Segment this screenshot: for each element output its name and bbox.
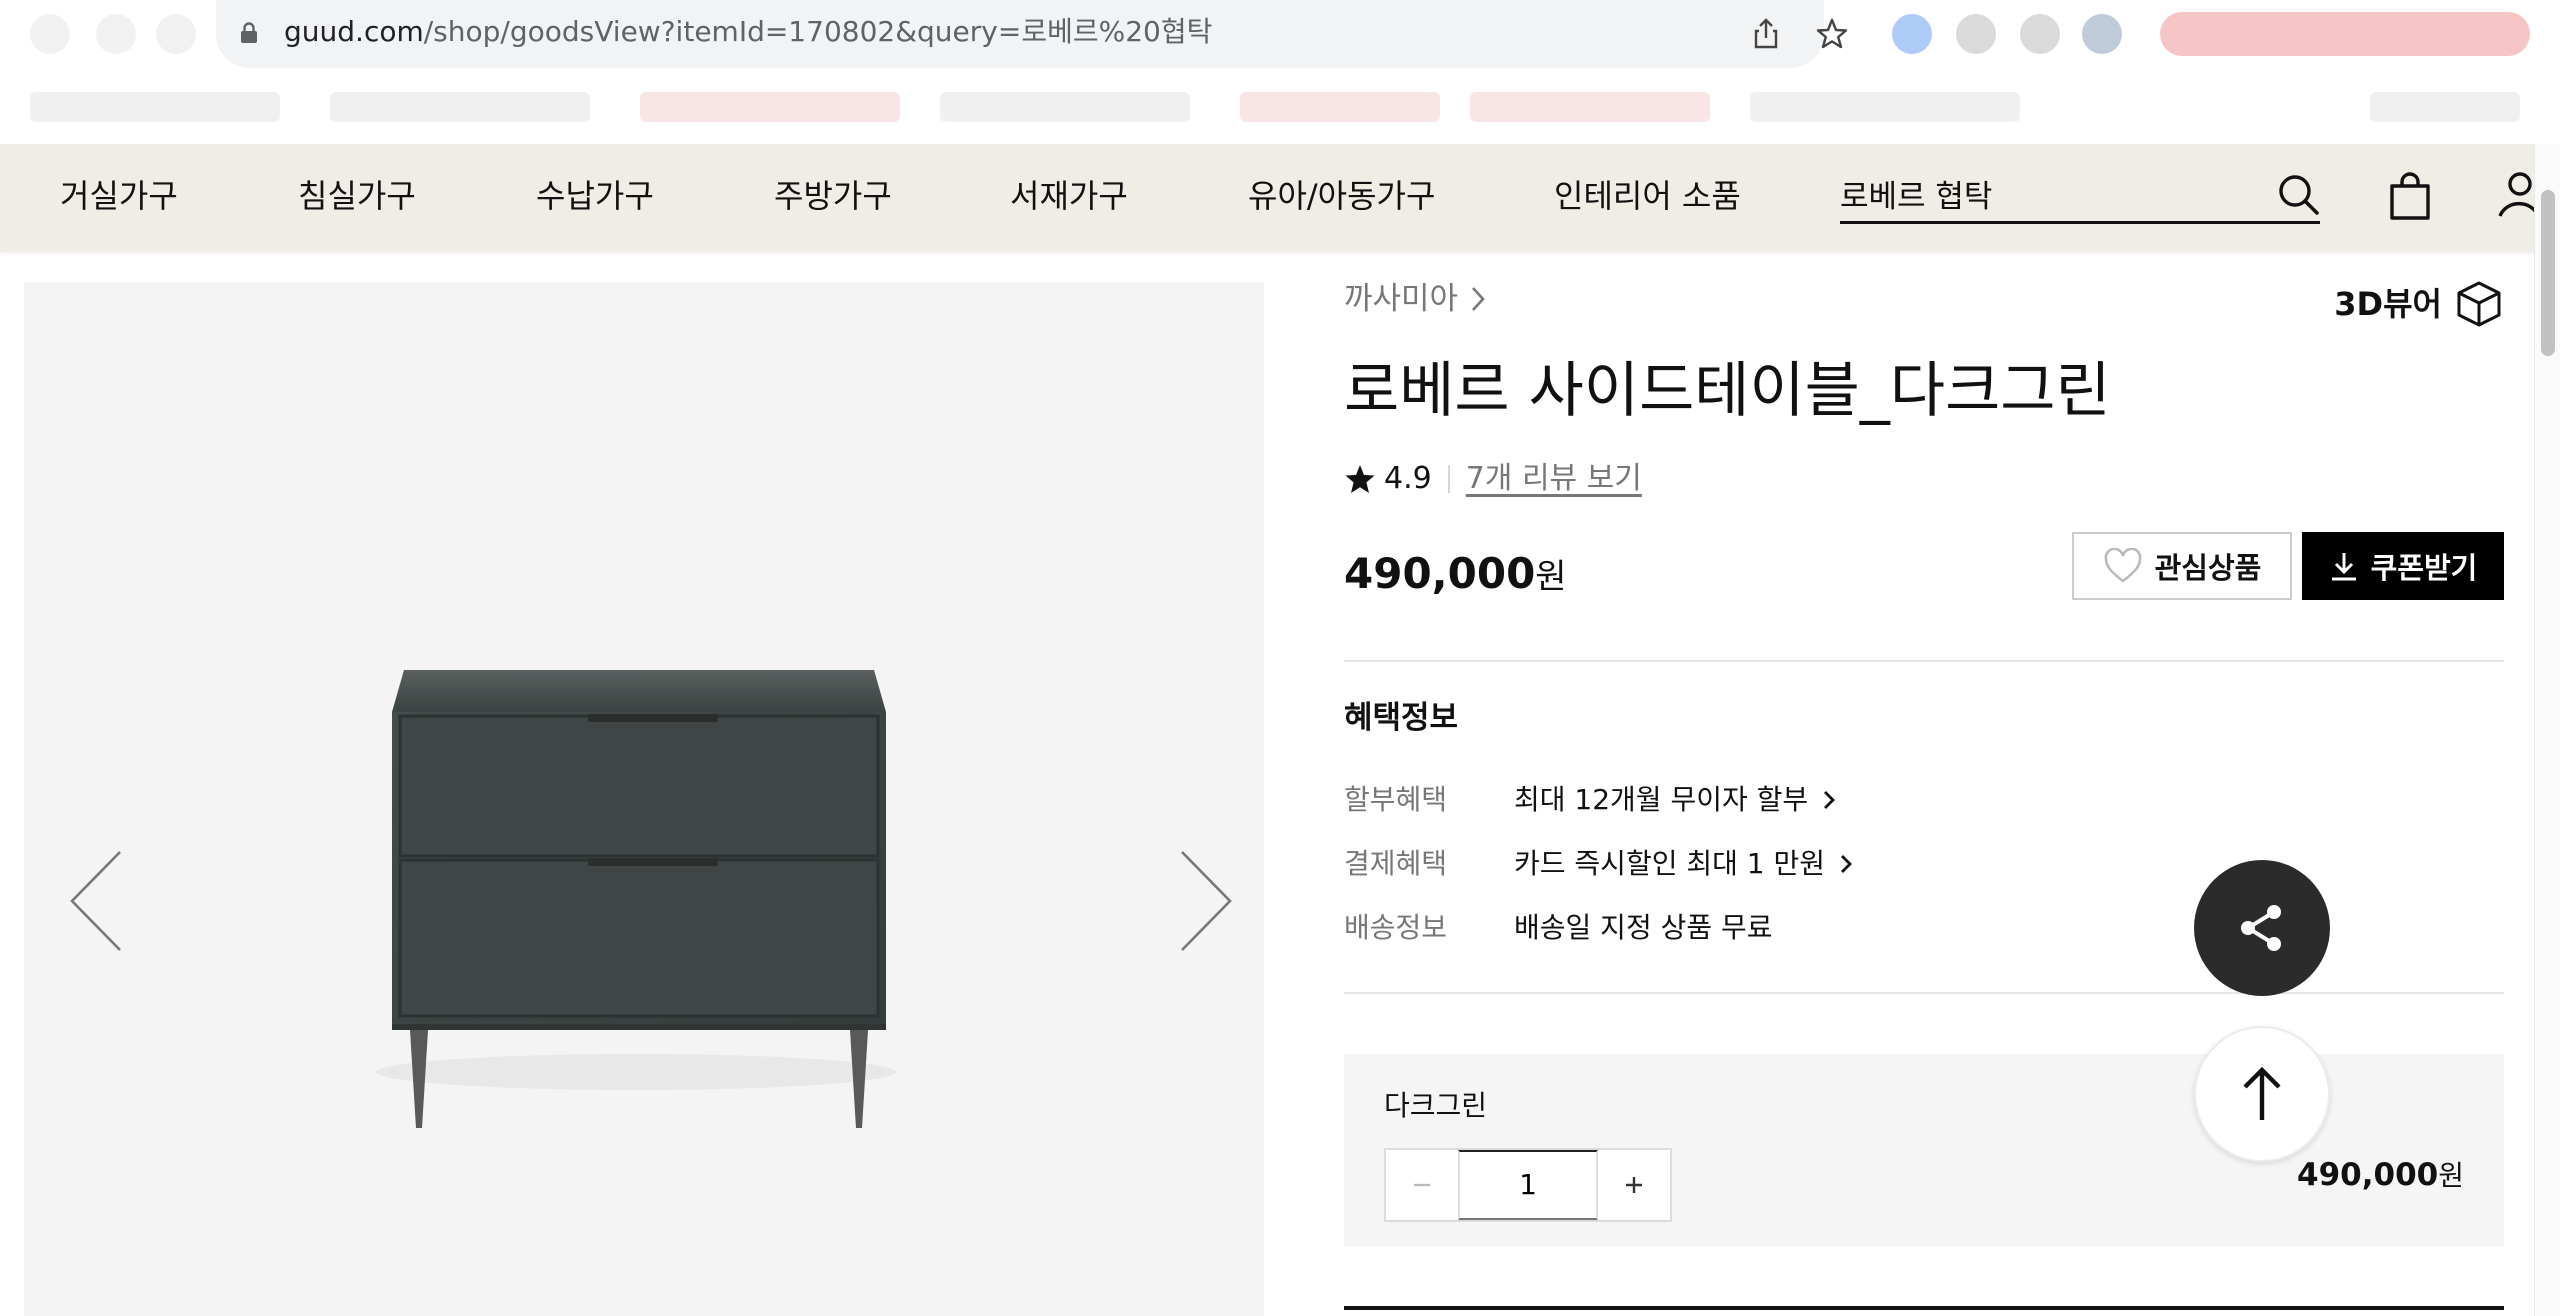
- nav-item-storage[interactable]: 수납가구: [536, 174, 654, 218]
- plus-icon: [1626, 1177, 1642, 1193]
- option-price-unit: 원: [2438, 1159, 2464, 1192]
- benefit-row-payment: 결제혜택 카드 즉시할인 최대 1 만원: [1344, 844, 1853, 884]
- benefit-value: 최대 12개월 무이자 할부: [1514, 783, 1809, 816]
- scrollbar-thumb[interactable]: [2541, 190, 2555, 356]
- 3d-viewer-label: 3D뷰어: [2334, 285, 2442, 323]
- nav-item-study[interactable]: 서재가구: [1010, 174, 1128, 218]
- bookmark-item[interactable]: [1470, 92, 1710, 122]
- search-icon[interactable]: [2276, 172, 2320, 216]
- profile-chip[interactable]: [2160, 12, 2530, 56]
- extension-icon[interactable]: [2082, 14, 2122, 54]
- rating-value: 4.9: [1384, 461, 1432, 496]
- price-unit: 원: [1535, 557, 1567, 597]
- browser-chrome: guud.com/shop/goodsView?itemId=170802&qu…: [0, 0, 2560, 144]
- benefit-label: 결제혜택: [1344, 847, 1448, 880]
- extension-icon[interactable]: [1892, 14, 1932, 54]
- wishlist-button[interactable]: 관심상품: [2072, 532, 2292, 600]
- benefit-label: 배송정보: [1344, 911, 1448, 944]
- section-divider: [1344, 992, 2504, 994]
- option-price: 490,000원: [2297, 1152, 2464, 1199]
- bookmark-star-icon[interactable]: [1814, 16, 1850, 52]
- next-image-arrow-icon[interactable]: [1170, 846, 1240, 956]
- benefit-value: 카드 즉시할인 최대 1 만원: [1514, 847, 1826, 880]
- option-price-amount: 490,000: [2297, 1157, 2439, 1193]
- url-path: /shop/goodsView?itemId=170802&query=로베르%…: [423, 15, 1213, 48]
- section-divider: [1344, 660, 2504, 662]
- minus-icon: [1414, 1183, 1430, 1187]
- share-icon: [2241, 905, 2281, 951]
- benefit-row-delivery: 배송정보 배송일 지정 상품 무료: [1344, 908, 1773, 948]
- benefit-row-installment: 할부혜택 최대 12개월 무이자 할부: [1344, 780, 1836, 820]
- price-amount: 490,000: [1344, 549, 1536, 598]
- arrow-up-icon: [2243, 1066, 2281, 1120]
- product-info: 까사미아 3D뷰어 로베르 사이드테이블_다크그린 4.9 7개 리뷰 보기 4…: [1344, 252, 2504, 1316]
- bookmark-item[interactable]: [640, 92, 900, 122]
- nav-item-living-room[interactable]: 거실가구: [60, 174, 178, 218]
- nav-item-interior-decor[interactable]: 인테리어 소품: [1554, 174, 1741, 218]
- benefit-label: 할부혜택: [1344, 783, 1448, 816]
- lock-icon: [241, 22, 257, 43]
- nav-item-kids[interactable]: 유아/아동가구: [1248, 174, 1435, 218]
- bookmark-item[interactable]: [1240, 92, 1440, 122]
- quantity-stepper: [1384, 1148, 1672, 1222]
- chevron-right-icon: [1824, 791, 1836, 809]
- benefits-title: 혜택정보: [1344, 700, 1459, 736]
- rating-summary: 4.9 7개 리뷰 보기: [1344, 458, 1642, 500]
- nav-item-bedroom[interactable]: 침실가구: [298, 174, 416, 218]
- search-input[interactable]: [1840, 168, 2220, 218]
- reload-button[interactable]: [156, 14, 196, 54]
- bookmark-item[interactable]: [30, 92, 280, 122]
- option-name: 다크그린: [1384, 1089, 1488, 1122]
- product-title: 로베르 사이드테이블_다크그린: [1344, 356, 2111, 426]
- rating-divider: [1447, 465, 1450, 493]
- chevron-right-icon: [1472, 287, 1485, 311]
- chevron-right-icon: [1841, 855, 1853, 873]
- selected-option-box: 다크그린: [1344, 1054, 2504, 1246]
- back-button[interactable]: [30, 14, 70, 54]
- url-host: guud.com: [284, 15, 424, 48]
- product-image-gallery: [24, 282, 1264, 1316]
- brand-link[interactable]: 까사미아: [1344, 278, 1486, 320]
- search-box: [1840, 168, 2320, 224]
- decrease-quantity-button[interactable]: [1386, 1150, 1458, 1220]
- bookmark-item[interactable]: [940, 92, 1190, 122]
- shopping-bag-icon[interactable]: [2382, 168, 2438, 224]
- nav-item-kitchen[interactable]: 주방가구: [774, 174, 892, 218]
- bookmark-item[interactable]: [1750, 92, 2020, 122]
- reviews-link[interactable]: 7개 리뷰 보기: [1466, 458, 1642, 500]
- page-scrollbar[interactable]: [2534, 144, 2560, 1316]
- brand-name: 까사미아: [1344, 281, 1459, 317]
- extension-icon[interactable]: [1956, 14, 1996, 54]
- benefit-installment-link[interactable]: 최대 12개월 무이자 할부: [1514, 780, 1836, 820]
- user-icon[interactable]: [2496, 168, 2534, 224]
- quantity-input[interactable]: [1458, 1150, 1598, 1220]
- star-icon: [1345, 465, 1375, 493]
- 3d-viewer-button[interactable]: 3D뷰어: [2334, 278, 2504, 330]
- product-image[interactable]: [366, 642, 906, 1182]
- download-icon: [2331, 553, 2356, 581]
- product-price: 490,000원: [1344, 542, 1567, 609]
- coupon-button[interactable]: 쿠폰받기: [2302, 532, 2504, 600]
- forward-button[interactable]: [96, 14, 136, 54]
- address-bar[interactable]: guud.com/shop/goodsView?itemId=170802&qu…: [216, 0, 1824, 68]
- total-divider: [1344, 1306, 2504, 1310]
- extension-icon[interactable]: [2020, 14, 2060, 54]
- bookmark-item[interactable]: [330, 92, 590, 122]
- cube-3d-icon: [2457, 281, 2501, 327]
- heart-icon: [2104, 548, 2142, 583]
- site-nav: 거실가구 침실가구 수납가구 주방가구 서재가구 유아/아동가구 인테리어 소품: [0, 144, 2560, 252]
- share-button[interactable]: [2194, 860, 2330, 996]
- prev-image-arrow-icon[interactable]: [62, 846, 132, 956]
- coupon-label: 쿠폰받기: [2370, 553, 2478, 585]
- scroll-to-top-button[interactable]: [2194, 1026, 2330, 1162]
- increase-quantity-button[interactable]: [1598, 1150, 1670, 1220]
- benefit-payment-link[interactable]: 카드 즉시할인 최대 1 만원: [1514, 844, 1853, 884]
- wishlist-label: 관심상품: [2154, 553, 2262, 585]
- share-page-icon[interactable]: [1748, 16, 1784, 52]
- url-text: guud.com/shop/goodsView?itemId=170802&qu…: [284, 14, 1212, 50]
- bookmark-item[interactable]: [2370, 92, 2520, 122]
- benefit-value: 배송일 지정 상품 무료: [1514, 911, 1773, 944]
